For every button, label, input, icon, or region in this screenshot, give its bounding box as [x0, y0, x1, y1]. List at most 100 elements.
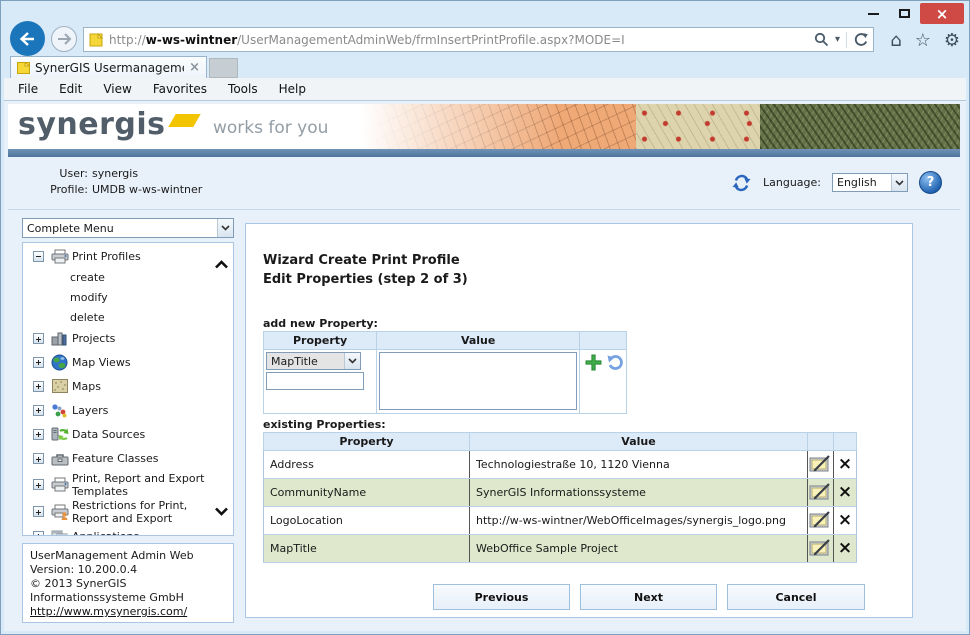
expand-plus-icon[interactable] [33, 453, 44, 464]
property-cell: Address [264, 451, 470, 479]
expand-plus-icon[interactable] [33, 357, 44, 368]
property-cell: CommunityName [264, 479, 470, 507]
address-bar[interactable]: http://w-ws-wintner/UserManagementAdminW… [83, 27, 874, 52]
tree-item-print-profiles[interactable]: Print Profiles [33, 245, 233, 267]
table-row-communityname: CommunityName SynerGIS Informationssyste… [264, 479, 857, 507]
close-button[interactable]: × [920, 3, 964, 24]
refresh-icon[interactable] [731, 173, 752, 193]
menu-view[interactable]: View [103, 82, 131, 96]
menu-favorites[interactable]: Favorites [153, 82, 207, 96]
favorites-star-icon[interactable]: ☆ [915, 30, 931, 51]
property-cell: MapTitle [264, 535, 470, 563]
menu-file[interactable]: File [18, 82, 38, 96]
tree-item-layers[interactable]: Layers [33, 398, 233, 422]
expand-plus-icon[interactable] [33, 381, 44, 392]
delete-property-icon[interactable]: × [834, 479, 856, 506]
profile-value: UMDB w-ws-wintner [92, 183, 202, 196]
scroll-down-icon[interactable] [214, 506, 229, 519]
menu-edit[interactable]: Edit [59, 82, 82, 96]
tree-label: Projects [72, 332, 115, 345]
map-banner-aerial [760, 104, 960, 149]
tree-item-map-views[interactable]: Map Views [33, 350, 233, 374]
logo-row: synergis [18, 105, 197, 145]
edit-property-icon[interactable] [809, 482, 832, 501]
delete-property-icon[interactable]: × [834, 507, 856, 534]
expand-plus-icon[interactable] [33, 531, 44, 537]
logo-swoosh-icon [168, 114, 201, 127]
edit-property-icon[interactable] [809, 538, 832, 557]
existing-properties-label: existing Properties: [263, 418, 386, 431]
expand-plus-icon[interactable] [33, 405, 44, 416]
tree-item-applications[interactable]: Applications [33, 525, 233, 536]
delete-property-icon[interactable]: × [834, 451, 856, 478]
wizard-panel: Wizard Create Print Profile Edit Propert… [245, 223, 913, 618]
tab-row: SynerGIS Usermanagement ... × [10, 56, 238, 78]
tree-item-projects[interactable]: Projects [33, 327, 233, 350]
about-line: Version: 10.200.0.4 [30, 563, 226, 577]
settings-gear-icon[interactable]: ⚙ [944, 30, 960, 51]
value-cell: WebOffice Sample Project [470, 535, 808, 563]
about-box: UserManagement Admin Web Version: 10.200… [22, 543, 234, 623]
tree-item-restrictions[interactable]: Restrictions for Print, Report and Expor… [33, 498, 233, 525]
tree-item-feature-classes[interactable]: Feature Classes [33, 446, 233, 471]
divider [846, 32, 847, 48]
synergis-website-link[interactable]: http://www.mysynergis.com/ [30, 605, 187, 618]
add-property-label: add new Property: [263, 317, 378, 330]
menu-filter-select[interactable]: Complete Menu [22, 218, 234, 238]
edit-property-icon[interactable] [809, 510, 832, 529]
tab-close-icon[interactable]: × [189, 60, 200, 75]
refresh-page-icon[interactable] [853, 32, 869, 48]
menu-help[interactable]: Help [279, 82, 306, 96]
minimize-button[interactable] [858, 3, 888, 24]
edit-property-icon[interactable] [809, 454, 832, 473]
synergis-banner: synergis works for you [8, 104, 960, 149]
table-row-logolocation: LogoLocation http://w-ws-wintner/WebOffi… [264, 507, 857, 535]
home-icon[interactable]: ⌂ [890, 30, 901, 51]
search-icon[interactable] [814, 32, 829, 47]
next-button[interactable]: Next [580, 584, 717, 610]
tab-synergis-usermanagement[interactable]: SynerGIS Usermanagement ... × [10, 56, 207, 78]
previous-button[interactable]: Previous [433, 584, 570, 610]
tree-item-delete[interactable]: delete [33, 307, 233, 327]
map-texture-icon [49, 378, 70, 395]
browser-menu-bar: File Edit View Favorites Tools Help [4, 78, 966, 100]
table-row-address: Address Technologiestraße 10, 1120 Vienn… [264, 451, 857, 479]
expand-plus-icon[interactable] [33, 333, 44, 344]
tree-item-modify[interactable]: modify [33, 287, 233, 307]
property-value-textarea[interactable] [379, 352, 577, 410]
forward-button[interactable] [51, 26, 77, 52]
url-text: http://w-ws-wintner/UserManagementAdminW… [109, 33, 814, 47]
tree-item-create[interactable]: create [33, 267, 233, 287]
back-button[interactable] [10, 21, 45, 56]
property-name-input[interactable] [266, 372, 364, 390]
tree-label: Maps [72, 380, 101, 393]
expand-plus-icon[interactable] [33, 479, 44, 490]
url-prefix: http:// [109, 33, 146, 47]
collapse-minus-icon[interactable] [33, 251, 44, 262]
site-page-icon [89, 33, 104, 47]
maximize-button[interactable] [889, 3, 919, 24]
menu-filter-value: Complete Menu [27, 222, 114, 235]
menu-tools[interactable]: Tools [228, 82, 258, 96]
expand-plus-icon[interactable] [33, 506, 44, 517]
search-dropdown-icon[interactable]: ▾ [835, 34, 840, 45]
new-tab-button[interactable] [209, 58, 238, 78]
tree-item-data-sources[interactable]: Data Sources [33, 422, 233, 446]
add-property-table: Property Value MapTitle [263, 331, 627, 414]
tree-item-maps[interactable]: Maps [33, 374, 233, 398]
reset-undo-button[interactable] [606, 354, 623, 371]
expand-plus-icon[interactable] [33, 429, 44, 440]
cancel-button[interactable]: Cancel [727, 584, 865, 610]
delete-property-icon[interactable]: × [834, 535, 856, 562]
add-property-button[interactable] [585, 354, 602, 371]
user-value: synergis [92, 167, 202, 180]
scroll-up-icon[interactable] [214, 259, 229, 272]
globe-icon [49, 354, 70, 371]
help-button[interactable]: ? [919, 171, 942, 194]
about-line: © 2013 SynerGIS [30, 577, 226, 591]
property-name-select[interactable]: MapTitle [266, 352, 361, 370]
language-select[interactable]: English [832, 173, 908, 192]
tree-item-print-templates[interactable]: Print, Report and Export Templates [33, 471, 233, 498]
projects-icon [49, 330, 70, 347]
tree-label: modify [70, 291, 108, 304]
